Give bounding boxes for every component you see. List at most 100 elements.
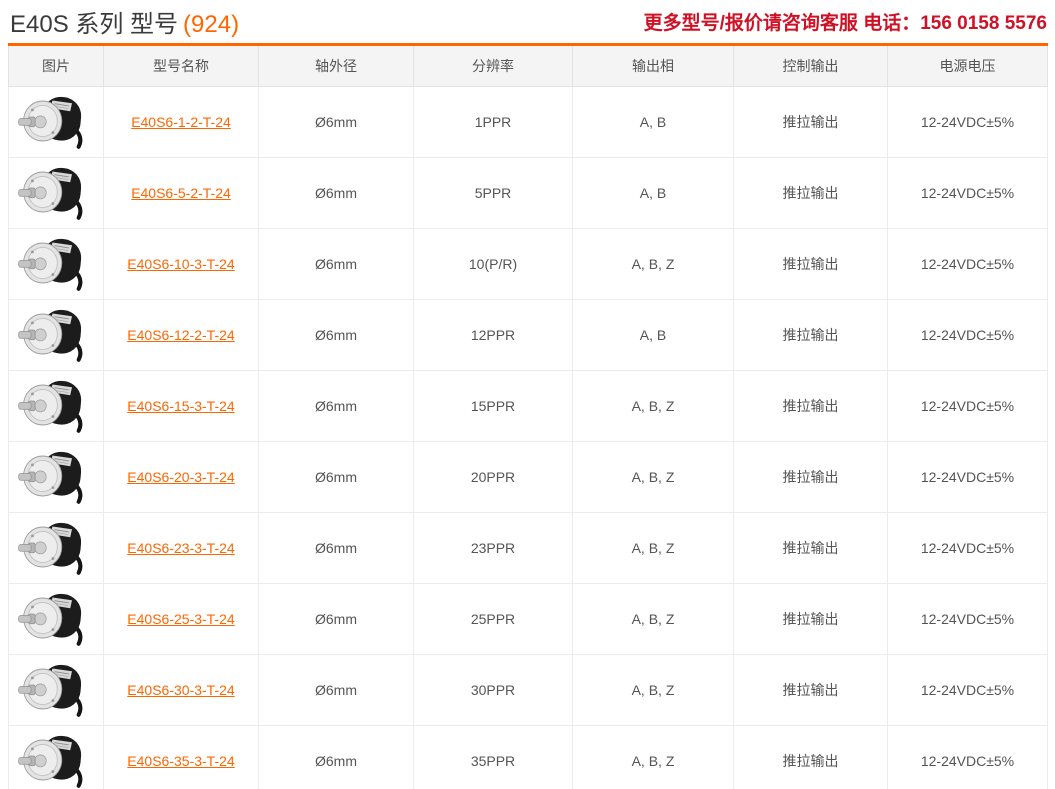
output-phase-cell: A, B [573,158,734,229]
rotary-encoder-photo[interactable] [16,306,96,362]
output-phase-cell: A, B [573,87,734,158]
power-voltage-cell: 12-24VDC±5% [888,371,1048,442]
table-row: E40S6-20-3-T-24 Ø6mm 20PPR A, B, Z 推拉输出 … [9,442,1048,513]
output-phase-cell: A, B, Z [573,726,734,789]
control-output-cell: 推拉输出 [734,584,888,655]
shaft-diameter-cell: Ø6mm [259,87,414,158]
product-image-cell [9,229,104,300]
shaft-diameter-cell: Ø6mm [259,584,414,655]
rotary-encoder-icon [16,235,96,291]
table-row: E40S6-15-3-T-24 Ø6mm 15PPR A, B, Z 推拉输出 … [9,371,1048,442]
models-table: 图片 型号名称 轴外径 分辨率 输出相 控制输出 电源电压 [8,43,1048,789]
output-phase-cell: A, B, Z [573,371,734,442]
resolution-cell: 23PPR [414,513,573,584]
power-voltage-cell: 12-24VDC±5% [888,513,1048,584]
control-output-cell: 推拉输出 [734,442,888,513]
output-phase-cell: A, B, Z [573,229,734,300]
power-voltage-cell: 12-24VDC±5% [888,726,1048,789]
output-phase-cell: A, B [573,300,734,371]
product-image-cell [9,442,104,513]
product-image-cell [9,655,104,726]
rotary-encoder-photo[interactable] [16,519,96,575]
rotary-encoder-photo[interactable] [16,164,96,220]
power-voltage-cell: 12-24VDC±5% [888,655,1048,726]
model-name-cell: E40S6-10-3-T-24 [104,229,259,300]
control-output-cell: 推拉输出 [734,371,888,442]
control-output-cell: 推拉输出 [734,87,888,158]
resolution-cell: 25PPR [414,584,573,655]
model-link[interactable]: E40S6-20-3-T-24 [127,469,234,485]
power-voltage-cell: 12-24VDC±5% [888,87,1048,158]
table-header-row: 图片 型号名称 轴外径 分辨率 输出相 控制输出 电源电压 [9,45,1048,87]
series-title-text: E40S 系列 型号 [10,11,178,38]
model-link[interactable]: E40S6-10-3-T-24 [127,256,234,272]
model-name-cell: E40S6-12-2-T-24 [104,300,259,371]
product-image-cell [9,300,104,371]
shaft-diameter-cell: Ø6mm [259,513,414,584]
series-count: (924) [183,11,239,38]
col-header-shaft: 轴外径 [259,45,414,87]
shaft-diameter-cell: Ø6mm [259,158,414,229]
contact-phone-text: 更多型号/报价请咨询客服 电话：156 0158 5576 [644,8,1047,35]
model-link[interactable]: E40S6-23-3-T-24 [127,540,234,556]
rotary-encoder-photo[interactable] [16,448,96,504]
rotary-encoder-photo[interactable] [16,235,96,291]
model-name-cell: E40S6-35-3-T-24 [104,726,259,789]
model-link[interactable]: E40S6-25-3-T-24 [127,611,234,627]
resolution-cell: 10(P/R) [414,229,573,300]
table-row: E40S6-5-2-T-24 Ø6mm 5PPR A, B 推拉输出 12-24… [9,158,1048,229]
page-title: E40S 系列 型号(924) [10,4,239,39]
table-row: E40S6-12-2-T-24 Ø6mm 12PPR A, B 推拉输出 12-… [9,300,1048,371]
model-link[interactable]: E40S6-35-3-T-24 [127,753,234,769]
output-phase-cell: A, B, Z [573,655,734,726]
table-row: E40S6-25-3-T-24 Ø6mm 25PPR A, B, Z 推拉输出 … [9,584,1048,655]
model-name-cell: E40S6-5-2-T-24 [104,158,259,229]
rotary-encoder-icon [16,519,96,575]
model-link[interactable]: E40S6-1-2-T-24 [131,114,231,130]
power-voltage-cell: 12-24VDC±5% [888,442,1048,513]
rotary-encoder-photo[interactable] [16,661,96,717]
product-image-cell [9,584,104,655]
control-output-cell: 推拉输出 [734,158,888,229]
rotary-encoder-photo[interactable] [16,590,96,646]
table-row: E40S6-30-3-T-24 Ø6mm 30PPR A, B, Z 推拉输出 … [9,655,1048,726]
table-row: E40S6-35-3-T-24 Ø6mm 35PPR A, B, Z 推拉输出 … [9,726,1048,789]
model-link[interactable]: E40S6-15-3-T-24 [127,398,234,414]
model-name-cell: E40S6-15-3-T-24 [104,371,259,442]
rotary-encoder-icon [16,164,96,220]
shaft-diameter-cell: Ø6mm [259,371,414,442]
resolution-cell: 30PPR [414,655,573,726]
model-name-cell: E40S6-20-3-T-24 [104,442,259,513]
col-header-model: 型号名称 [104,45,259,87]
rotary-encoder-photo[interactable] [16,377,96,433]
model-name-cell: E40S6-30-3-T-24 [104,655,259,726]
resolution-cell: 20PPR [414,442,573,513]
output-phase-cell: A, B, Z [573,442,734,513]
model-link[interactable]: E40S6-30-3-T-24 [127,682,234,698]
table-row: E40S6-23-3-T-24 Ø6mm 23PPR A, B, Z 推拉输出 … [9,513,1048,584]
shaft-diameter-cell: Ø6mm [259,655,414,726]
col-header-phase: 输出相 [573,45,734,87]
output-phase-cell: A, B, Z [573,584,734,655]
control-output-cell: 推拉输出 [734,655,888,726]
shaft-diameter-cell: Ø6mm [259,442,414,513]
power-voltage-cell: 12-24VDC±5% [888,300,1048,371]
model-name-cell: E40S6-23-3-T-24 [104,513,259,584]
rotary-encoder-icon [16,93,96,149]
product-image-cell [9,371,104,442]
table-row: E40S6-10-3-T-24 Ø6mm 10(P/R) A, B, Z 推拉输… [9,229,1048,300]
model-link[interactable]: E40S6-12-2-T-24 [127,327,234,343]
rotary-encoder-icon [16,732,96,788]
rotary-encoder-icon [16,448,96,504]
col-header-resolution: 分辨率 [414,45,573,87]
control-output-cell: 推拉输出 [734,513,888,584]
top-header-bar: E40S 系列 型号(924) 更多型号/报价请咨询客服 电话：156 0158… [0,0,1055,43]
power-voltage-cell: 12-24VDC±5% [888,158,1048,229]
rotary-encoder-photo[interactable] [16,93,96,149]
model-link[interactable]: E40S6-5-2-T-24 [131,185,231,201]
product-image-cell [9,726,104,789]
rotary-encoder-photo[interactable] [16,732,96,788]
col-header-control: 控制输出 [734,45,888,87]
col-header-voltage: 电源电压 [888,45,1048,87]
rotary-encoder-icon [16,377,96,433]
